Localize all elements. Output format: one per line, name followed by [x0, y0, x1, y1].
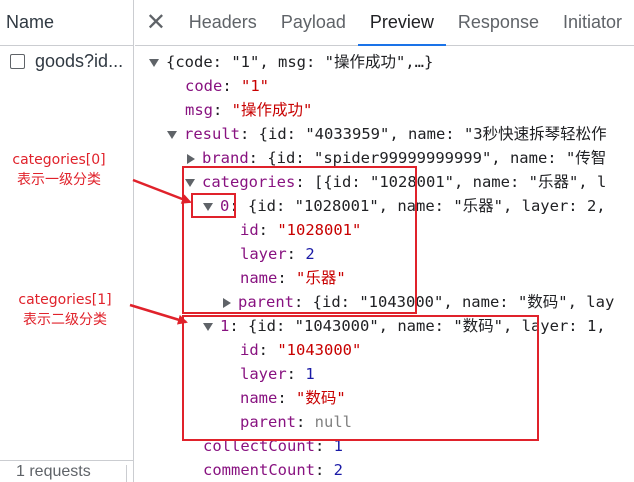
tree-node-cat0-layer[interactable]: layer: 2	[240, 242, 315, 266]
key-layer: layer	[240, 245, 287, 263]
close-icon[interactable]: ✕	[135, 0, 177, 45]
tree-node-root[interactable]: {code: "1", msg: "操作成功",…}	[149, 50, 433, 74]
root-summary: {code: "1", msg: "操作成功",…}	[166, 53, 434, 71]
key-id: id	[240, 341, 259, 359]
collapse-arrow-icon[interactable]	[187, 153, 195, 164]
tree-node-cat1-layer[interactable]: layer: 1	[240, 362, 315, 386]
value-commentcount: 2	[333, 461, 343, 479]
value-collectcount: 1	[333, 437, 343, 455]
tree-node-cat1-name[interactable]: name: "数码"	[240, 386, 346, 410]
key-parent: parent	[240, 413, 296, 431]
requests-count: 1 requests	[16, 463, 91, 480]
key-result: result	[184, 125, 240, 143]
tree-node-commentcount[interactable]: commentCount: 2	[203, 458, 343, 482]
annotation-note-0-line1: categories[0]	[12, 152, 106, 168]
key-categories: categories	[202, 173, 296, 191]
annotation-note-0-line2: 表示一级分类	[17, 172, 101, 188]
key-msg: msg	[185, 101, 213, 119]
detail-tab-bar: ✕ Headers Payload Preview Response Initi…	[135, 0, 634, 46]
brand-summary: {id: "spider99999999999", name: "传智	[267, 149, 607, 167]
annotation-note-categories-0: categories[0] 表示一级分类	[4, 150, 114, 190]
value-code: "1"	[241, 77, 269, 95]
value-layer: 1	[305, 365, 315, 383]
tree-node-cat0-id[interactable]: id: "1028001"	[240, 218, 361, 242]
tree-node-cat0-parent[interactable]: parent: {id: "1043000", name: "数码", lay	[223, 290, 614, 314]
value-null: null	[314, 413, 352, 431]
result-summary: {id: "4033959", name: "3秒快速拆琴轻松作	[258, 125, 607, 143]
tab-headers[interactable]: Headers	[177, 0, 269, 45]
tree-node-cat1-parent[interactable]: parent: null	[240, 410, 352, 434]
tree-node-cat1-id[interactable]: id: "1043000"	[240, 338, 361, 362]
tree-node-category-0[interactable]: 0: {id: "1028001", name: "乐器", layer: 2,	[203, 194, 606, 218]
expand-arrow-icon[interactable]	[203, 322, 213, 331]
tab-initiator[interactable]: Initiator	[551, 0, 634, 45]
tree-node-collectcount[interactable]: collectCount: 1	[203, 434, 343, 458]
tab-payload[interactable]: Payload	[269, 0, 358, 45]
expand-arrow-icon[interactable]	[203, 202, 213, 211]
value-layer: 2	[305, 245, 315, 263]
value-id: "1043000"	[277, 341, 362, 359]
key-name: name	[240, 269, 278, 287]
value-id: "1028001"	[277, 221, 362, 239]
expand-arrow-icon[interactable]	[149, 58, 159, 67]
key-index-1: 1	[220, 317, 230, 335]
key-id: id	[240, 221, 259, 239]
key-collectcount: collectCount	[203, 437, 315, 455]
key-layer: layer	[240, 365, 287, 383]
categories-summary: [{id: "1028001", name: "乐器", l	[314, 173, 607, 191]
key-brand: brand	[202, 149, 249, 167]
request-list-panel: Name goods?id... 1 requests	[0, 0, 134, 482]
json-preview-tree: {code: "1", msg: "操作成功",…} code: "1" msg…	[135, 46, 634, 482]
expand-arrow-icon[interactable]	[185, 178, 195, 187]
annotation-note-1-line2: 表示二级分类	[23, 312, 107, 328]
key-name: name	[240, 389, 278, 407]
key-index-0: 0	[220, 197, 230, 215]
value-name: "乐器"	[296, 269, 346, 287]
tab-preview[interactable]: Preview	[357, 0, 446, 46]
tree-node-result[interactable]: result: {id: "4033959", name: "3秒快速拆琴轻松作	[167, 122, 607, 146]
tree-node-cat0-name[interactable]: name: "乐器"	[240, 266, 346, 290]
request-checkbox[interactable]	[10, 53, 25, 69]
footer-divider	[126, 465, 127, 482]
tree-node-category-1[interactable]: 1: {id: "1043000", name: "数码", layer: 1,	[203, 314, 606, 338]
expand-arrow-icon[interactable]	[167, 130, 177, 139]
annotation-note-categories-1: categories[1] 表示二级分类	[10, 290, 120, 330]
collapse-arrow-icon[interactable]	[223, 297, 231, 308]
requests-count-footer: 1 requests	[0, 460, 133, 482]
tab-response[interactable]: Response	[446, 0, 551, 45]
tree-node-brand[interactable]: brand: {id: "spider99999999999", name: "…	[187, 146, 606, 170]
parent-summary: {id: "1043000", name: "数码", lay	[312, 293, 615, 311]
category-1-summary: {id: "1043000", name: "数码", layer: 1,	[248, 317, 606, 335]
name-column-header[interactable]: Name	[0, 0, 133, 46]
request-row[interactable]: goods?id...	[0, 46, 133, 76]
tree-node-msg[interactable]: msg: "操作成功"	[185, 98, 312, 122]
annotation-note-1-line1: categories[1]	[18, 292, 112, 308]
key-parent: parent	[238, 293, 294, 311]
key-commentcount: commentCount	[203, 461, 315, 479]
value-msg: "操作成功"	[231, 101, 313, 119]
tree-node-code[interactable]: code: "1"	[185, 74, 269, 98]
value-name: "数码"	[296, 389, 346, 407]
tree-node-categories[interactable]: categories: [{id: "1028001", name: "乐器",…	[185, 170, 606, 194]
category-0-summary: {id: "1028001", name: "乐器", layer: 2,	[248, 197, 606, 215]
request-name[interactable]: goods?id...	[35, 51, 123, 72]
key-code: code	[185, 77, 223, 95]
